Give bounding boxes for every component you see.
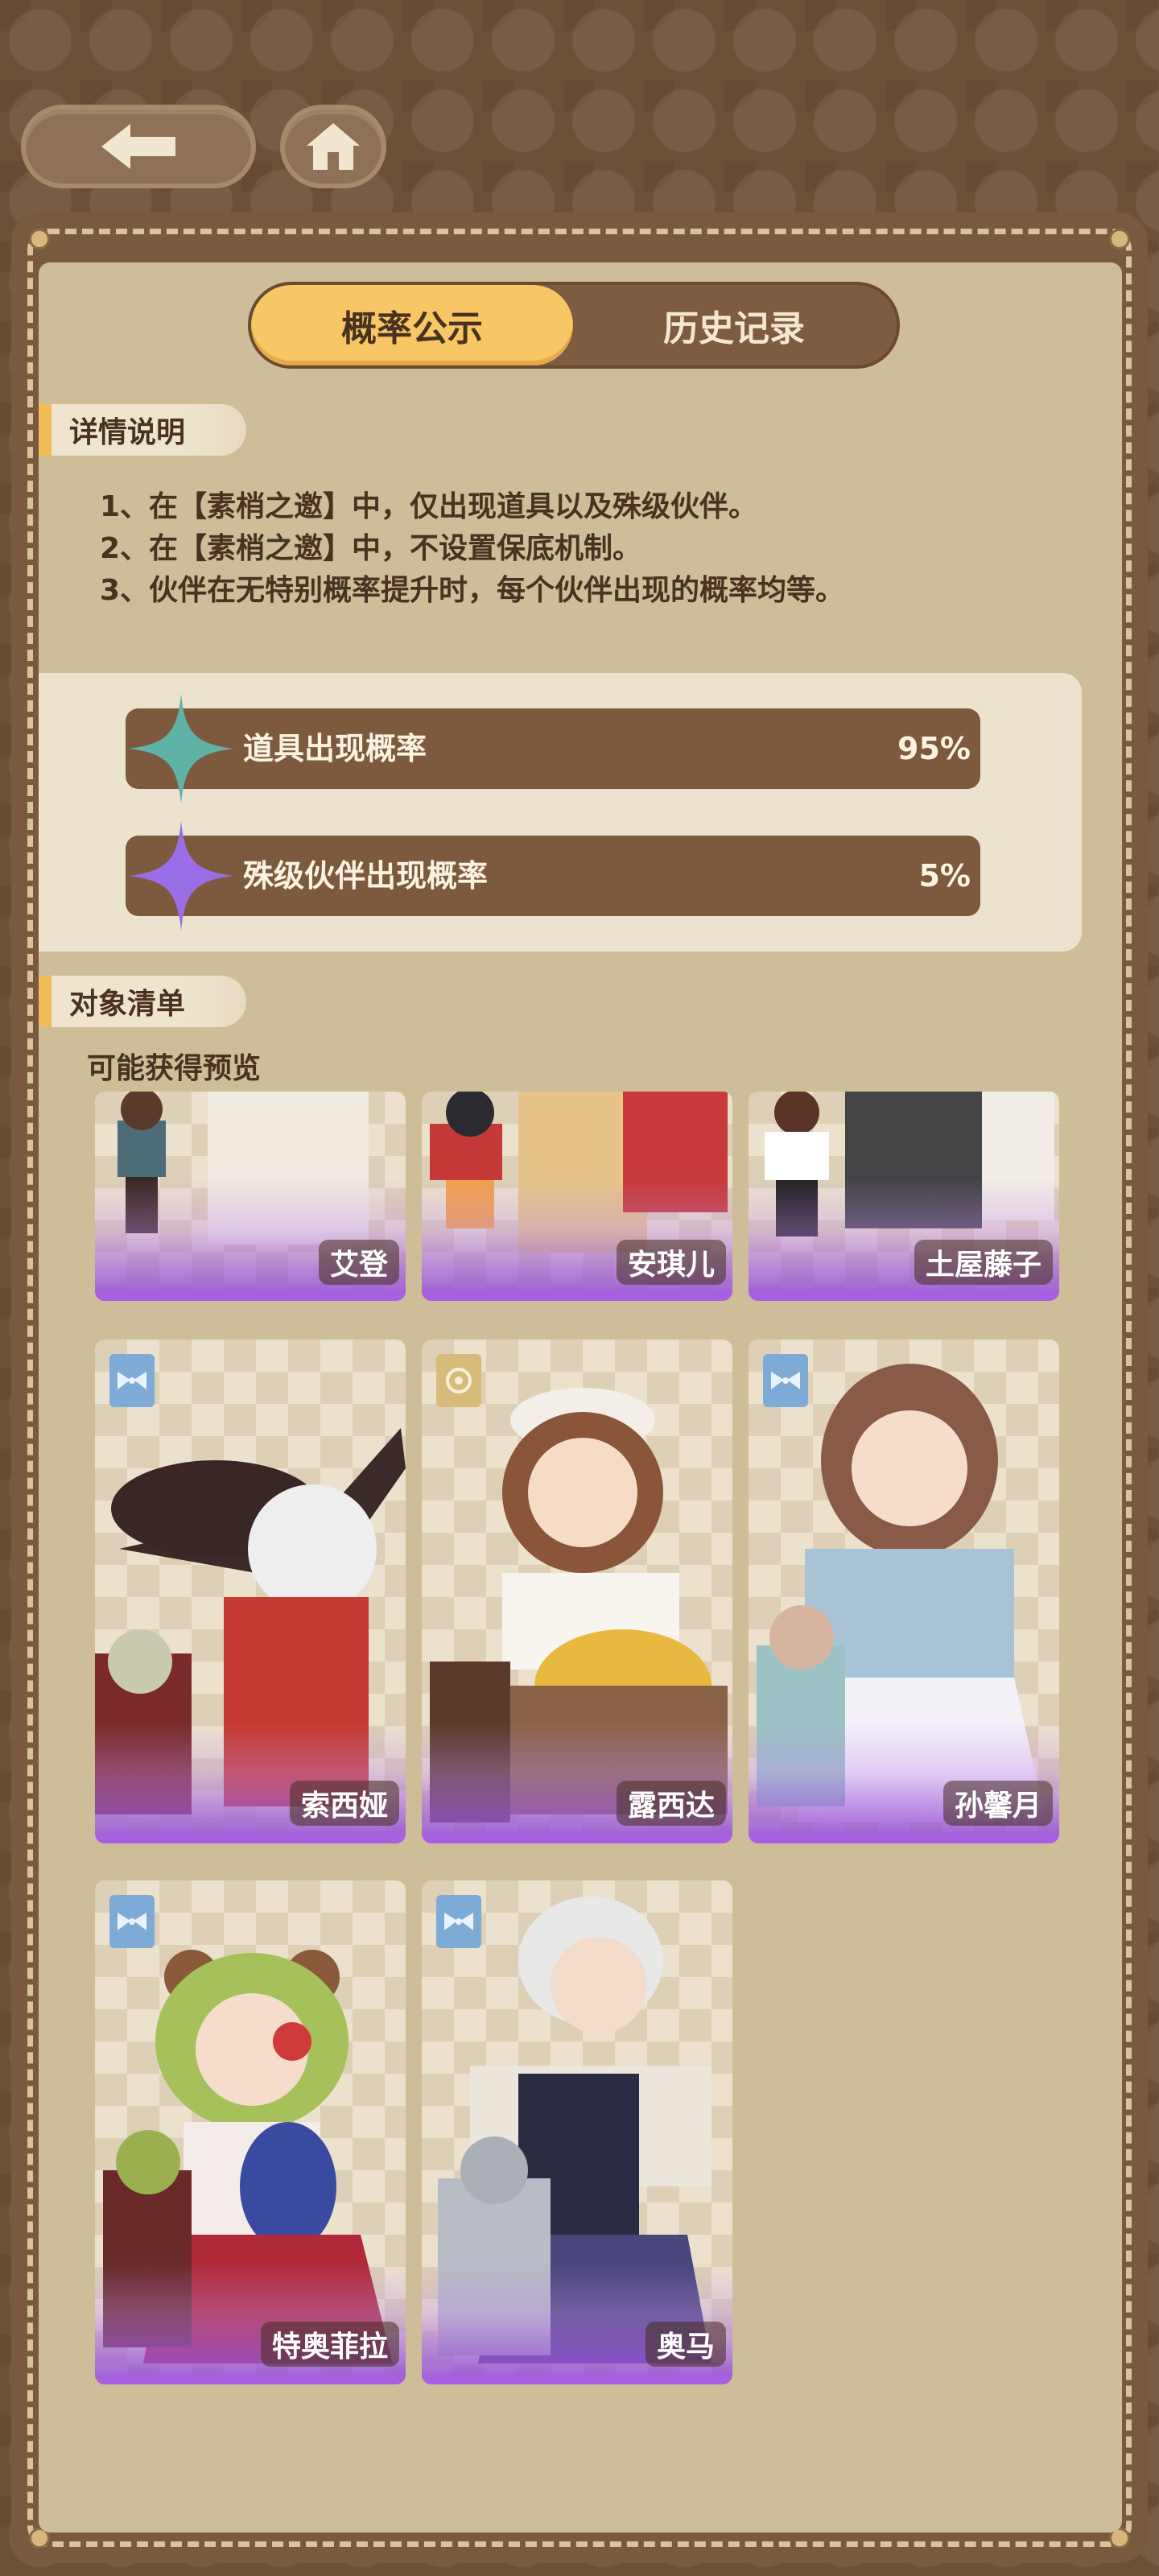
rate-value: 95% — [897, 731, 971, 766]
details-heading: 详情说明 — [39, 404, 246, 456]
rivet-icon — [29, 229, 50, 250]
heading-accent-bar — [39, 404, 52, 456]
back-button[interactable] — [21, 105, 256, 188]
home-button[interactable] — [280, 105, 386, 188]
character-card-sosia[interactable]: 索西娅 — [95, 1340, 406, 1843]
card-name: 安琪儿 — [616, 1240, 726, 1285]
tab-probability[interactable]: 概率公示 — [251, 285, 573, 365]
bow-badge-icon — [763, 1354, 808, 1407]
rate-row-partner: 殊级伙伴出现概率 5% — [126, 821, 980, 931]
card-name: 艾登 — [318, 1240, 399, 1285]
card-name: 露西达 — [616, 1781, 726, 1826]
detail-line: 2、在【素梢之邀】中，不设置保底机制。 — [100, 532, 642, 565]
details-heading-label: 详情说明 — [69, 416, 186, 449]
character-card-tsuchiya-fujiko[interactable]: 土屋藤子 — [749, 1092, 1059, 1301]
teal-sparkle-icon — [129, 694, 233, 803]
character-card-sun-xinyue[interactable]: 孙馨月 — [749, 1340, 1059, 1843]
gold-emblem-icon — [436, 1354, 481, 1407]
bow-badge-icon — [436, 1895, 481, 1948]
rate-value: 5% — [918, 858, 971, 894]
rate-label: 道具出现概率 — [243, 731, 427, 766]
detail-line: 3、伙伴在无特别概率提升时，每个伙伴出现的概率均等。 — [100, 574, 845, 607]
card-name: 索西娅 — [289, 1781, 399, 1826]
objects-heading: 对象清单 — [39, 976, 246, 1027]
heading-accent-bar — [39, 976, 52, 1027]
rate-row-items: 道具出现概率 95% — [126, 694, 980, 803]
preview-label: 可能获得预览 — [87, 1052, 262, 1085]
rivet-icon — [1109, 229, 1130, 250]
tab-history[interactable]: 历史记录 — [573, 285, 895, 365]
character-card-oma[interactable]: 奥马 — [422, 1880, 732, 2384]
card-name: 特奥菲拉 — [260, 2322, 399, 2367]
card-name: 孙馨月 — [942, 1781, 1053, 1826]
objects-heading-label: 对象清单 — [69, 988, 186, 1021]
home-icon — [307, 123, 360, 170]
card-name: 奥马 — [645, 2322, 726, 2367]
character-card-angel[interactable]: 安琪儿 — [422, 1092, 732, 1301]
character-card-aiden[interactable]: 艾登 — [95, 1092, 406, 1301]
rate-label: 殊级伙伴出现概率 — [243, 858, 489, 894]
character-card-teofila[interactable]: 特奥菲拉 — [95, 1880, 406, 2384]
detail-line: 1、在【素梢之邀】中，仅出现道具以及殊级伙伴。 — [100, 490, 758, 523]
card-name: 土屋藤子 — [914, 1240, 1053, 1285]
bow-badge-icon — [109, 1895, 155, 1948]
bow-badge-icon — [109, 1354, 155, 1407]
character-card-lucida[interactable]: 露西达 — [422, 1340, 732, 1843]
arrow-left-icon — [101, 124, 175, 169]
purple-sparkle-icon — [129, 821, 233, 931]
